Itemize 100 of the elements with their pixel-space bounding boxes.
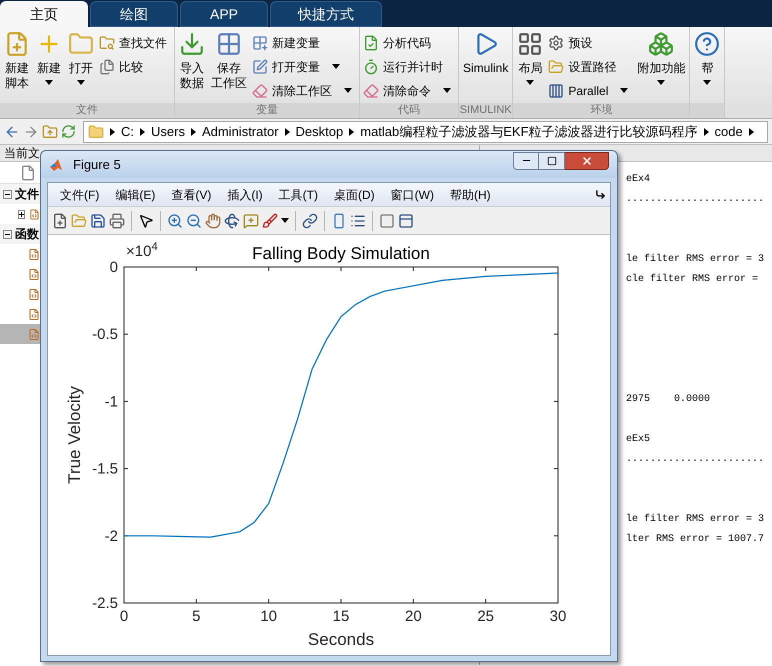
group-label: 文件 [0, 103, 174, 118]
collapse-icon[interactable] [3, 190, 12, 198]
folder-icon [88, 124, 104, 140]
menu-item[interactable]: 桌面(D) [326, 186, 383, 204]
ribbon-tab[interactable]: 快捷方式 [270, 1, 382, 27]
toolstrip-button[interactable]: 查找文件 [99, 33, 171, 52]
toolstrip-button[interactable]: 清除命令 [363, 81, 455, 100]
console-line: le filter RMS error = 3 [626, 252, 766, 267]
toolstrip-button[interactable]: 打开 [67, 31, 95, 103]
toolstrip-button[interactable]: 保存 工作区 [210, 31, 248, 103]
toolstrip-button[interactable]: Simulink [462, 31, 510, 103]
path-segment[interactable]: code [714, 122, 743, 142]
menu-item[interactable]: 文件(F) [52, 186, 108, 204]
console-line: ....................... [626, 193, 766, 207]
x-axis-label: Seconds [308, 630, 374, 649]
new-file-icon[interactable] [52, 212, 68, 228]
pointer-icon[interactable] [138, 212, 154, 228]
brush-icon[interactable] [262, 212, 278, 228]
expand-icon[interactable] [18, 210, 26, 218]
x-tick-label: 20 [405, 608, 422, 625]
toolstrip-button[interactable]: 导入 数据 [178, 31, 206, 103]
settings-icon [548, 34, 564, 50]
separator-arrow-icon [190, 128, 196, 136]
square-icon[interactable] [379, 212, 395, 228]
forward-arrow-icon[interactable] [23, 124, 39, 140]
menu-item[interactable]: 窗口(W) [382, 186, 442, 204]
toolstrip-button[interactable]: 帮 [693, 31, 722, 103]
cubes-icon [648, 31, 674, 57]
menu-item[interactable]: 插入(I) [219, 186, 271, 204]
stopwatch-icon [363, 58, 379, 74]
menu-item[interactable]: 帮助(H) [442, 186, 499, 204]
link-icon[interactable] [302, 212, 318, 228]
group-label: 环境 [513, 103, 690, 118]
grid-icon [216, 31, 242, 57]
toolstrip-button[interactable]: 比较 [99, 57, 171, 76]
toolstrip-button[interactable]: 新建 [35, 31, 63, 103]
path-segment[interactable]: matlab编程粒子滤波器与EKF粒子滤波器进行比较源码程序 [360, 122, 698, 142]
separator-arrow-icon [140, 128, 145, 136]
toolstrip-button[interactable]: 清除工作区 [252, 81, 356, 100]
console-line: eEx4 [626, 173, 652, 187]
tree-label[interactable]: 函数 [15, 225, 39, 243]
save-icon[interactable] [90, 212, 106, 228]
tree-row[interactable]: 文件 [0, 184, 40, 204]
separator-arrow-icon [704, 128, 709, 136]
path-segment[interactable]: Desktop [296, 122, 344, 142]
folder-up-icon[interactable] [42, 124, 58, 140]
toolstrip-button[interactable]: 运行并计时 [363, 57, 455, 76]
help-icon [694, 31, 720, 57]
menu-item[interactable]: 工具(T) [270, 186, 326, 204]
y-tick-label: 0 [110, 259, 118, 276]
close-button[interactable] [565, 152, 609, 170]
path-segment[interactable]: Administrator [202, 122, 279, 142]
folder-search-icon [99, 34, 115, 50]
tree-row[interactable]: 函数 [0, 224, 40, 244]
y-tick-label: -0.5 [92, 326, 118, 344]
script-file-icon [28, 266, 40, 282]
group-label: SIMULINK [459, 103, 512, 118]
maximize-icon [546, 156, 556, 166]
maximize-button[interactable] [539, 152, 565, 170]
zoom-out-icon[interactable] [186, 212, 202, 228]
toolstrip-button[interactable]: 布局 [516, 31, 544, 103]
toolstrip-button[interactable]: 预设 [548, 33, 632, 52]
file-icon [20, 164, 36, 180]
legend-icon[interactable] [350, 212, 366, 228]
toolstrip-button[interactable]: 新建 脚本 [3, 31, 31, 103]
ribbon-tab[interactable]: APP [180, 1, 268, 27]
documents-icon [99, 58, 115, 74]
ribbon-tab[interactable]: 主页 [0, 1, 88, 27]
y-tick-label: -2 [104, 528, 118, 545]
toolstrip-button[interactable]: 设置路径 [548, 57, 632, 76]
toolstrip-button[interactable]: 附加功能 [636, 31, 686, 103]
toolstrip-button[interactable]: 新建变量 [252, 33, 356, 52]
rotate-icon[interactable] [224, 212, 240, 228]
console-line: eEx5 [626, 433, 652, 447]
dock-arrow-icon[interactable] [595, 189, 606, 200]
group-label: 变量 [175, 103, 359, 118]
x-tick-label: 15 [332, 608, 350, 625]
folder-icon [548, 58, 564, 74]
layout-icon [517, 31, 544, 57]
eraser-icon [252, 82, 268, 98]
path-segment[interactable]: C: [121, 122, 134, 142]
menu-item[interactable]: 编辑(E) [107, 186, 164, 204]
address-field[interactable]: C: Users Administrator Desktop matlab编程粒子滤波器与EKF粒子滤波器进行比较源码程序 code [83, 120, 768, 142]
y-tick-label: -1 [104, 393, 118, 410]
collapse-icon[interactable] [3, 230, 12, 238]
menu-item[interactable]: 查看(V) [163, 186, 220, 204]
printer-icon[interactable] [109, 212, 125, 228]
y-tick-label: -1.5 [92, 460, 118, 478]
x-tick-label: 0 [120, 608, 128, 625]
toolstrip-button[interactable]: 分析代码 [363, 33, 455, 52]
toolstrip-button[interactable]: Parallel [548, 81, 632, 100]
toolstrip-button[interactable]: 打开变量 [252, 57, 356, 76]
tree-label[interactable]: 文件 [15, 185, 39, 203]
panel-icon[interactable] [398, 212, 414, 228]
hand-icon[interactable] [205, 212, 221, 228]
zoom-in-icon[interactable] [167, 212, 183, 228]
pencil-icon [252, 58, 268, 74]
window-title: Figure 5 [73, 156, 121, 174]
ribbon-tab[interactable]: 绘图 [90, 1, 178, 27]
path-segment[interactable]: Users [151, 122, 185, 142]
